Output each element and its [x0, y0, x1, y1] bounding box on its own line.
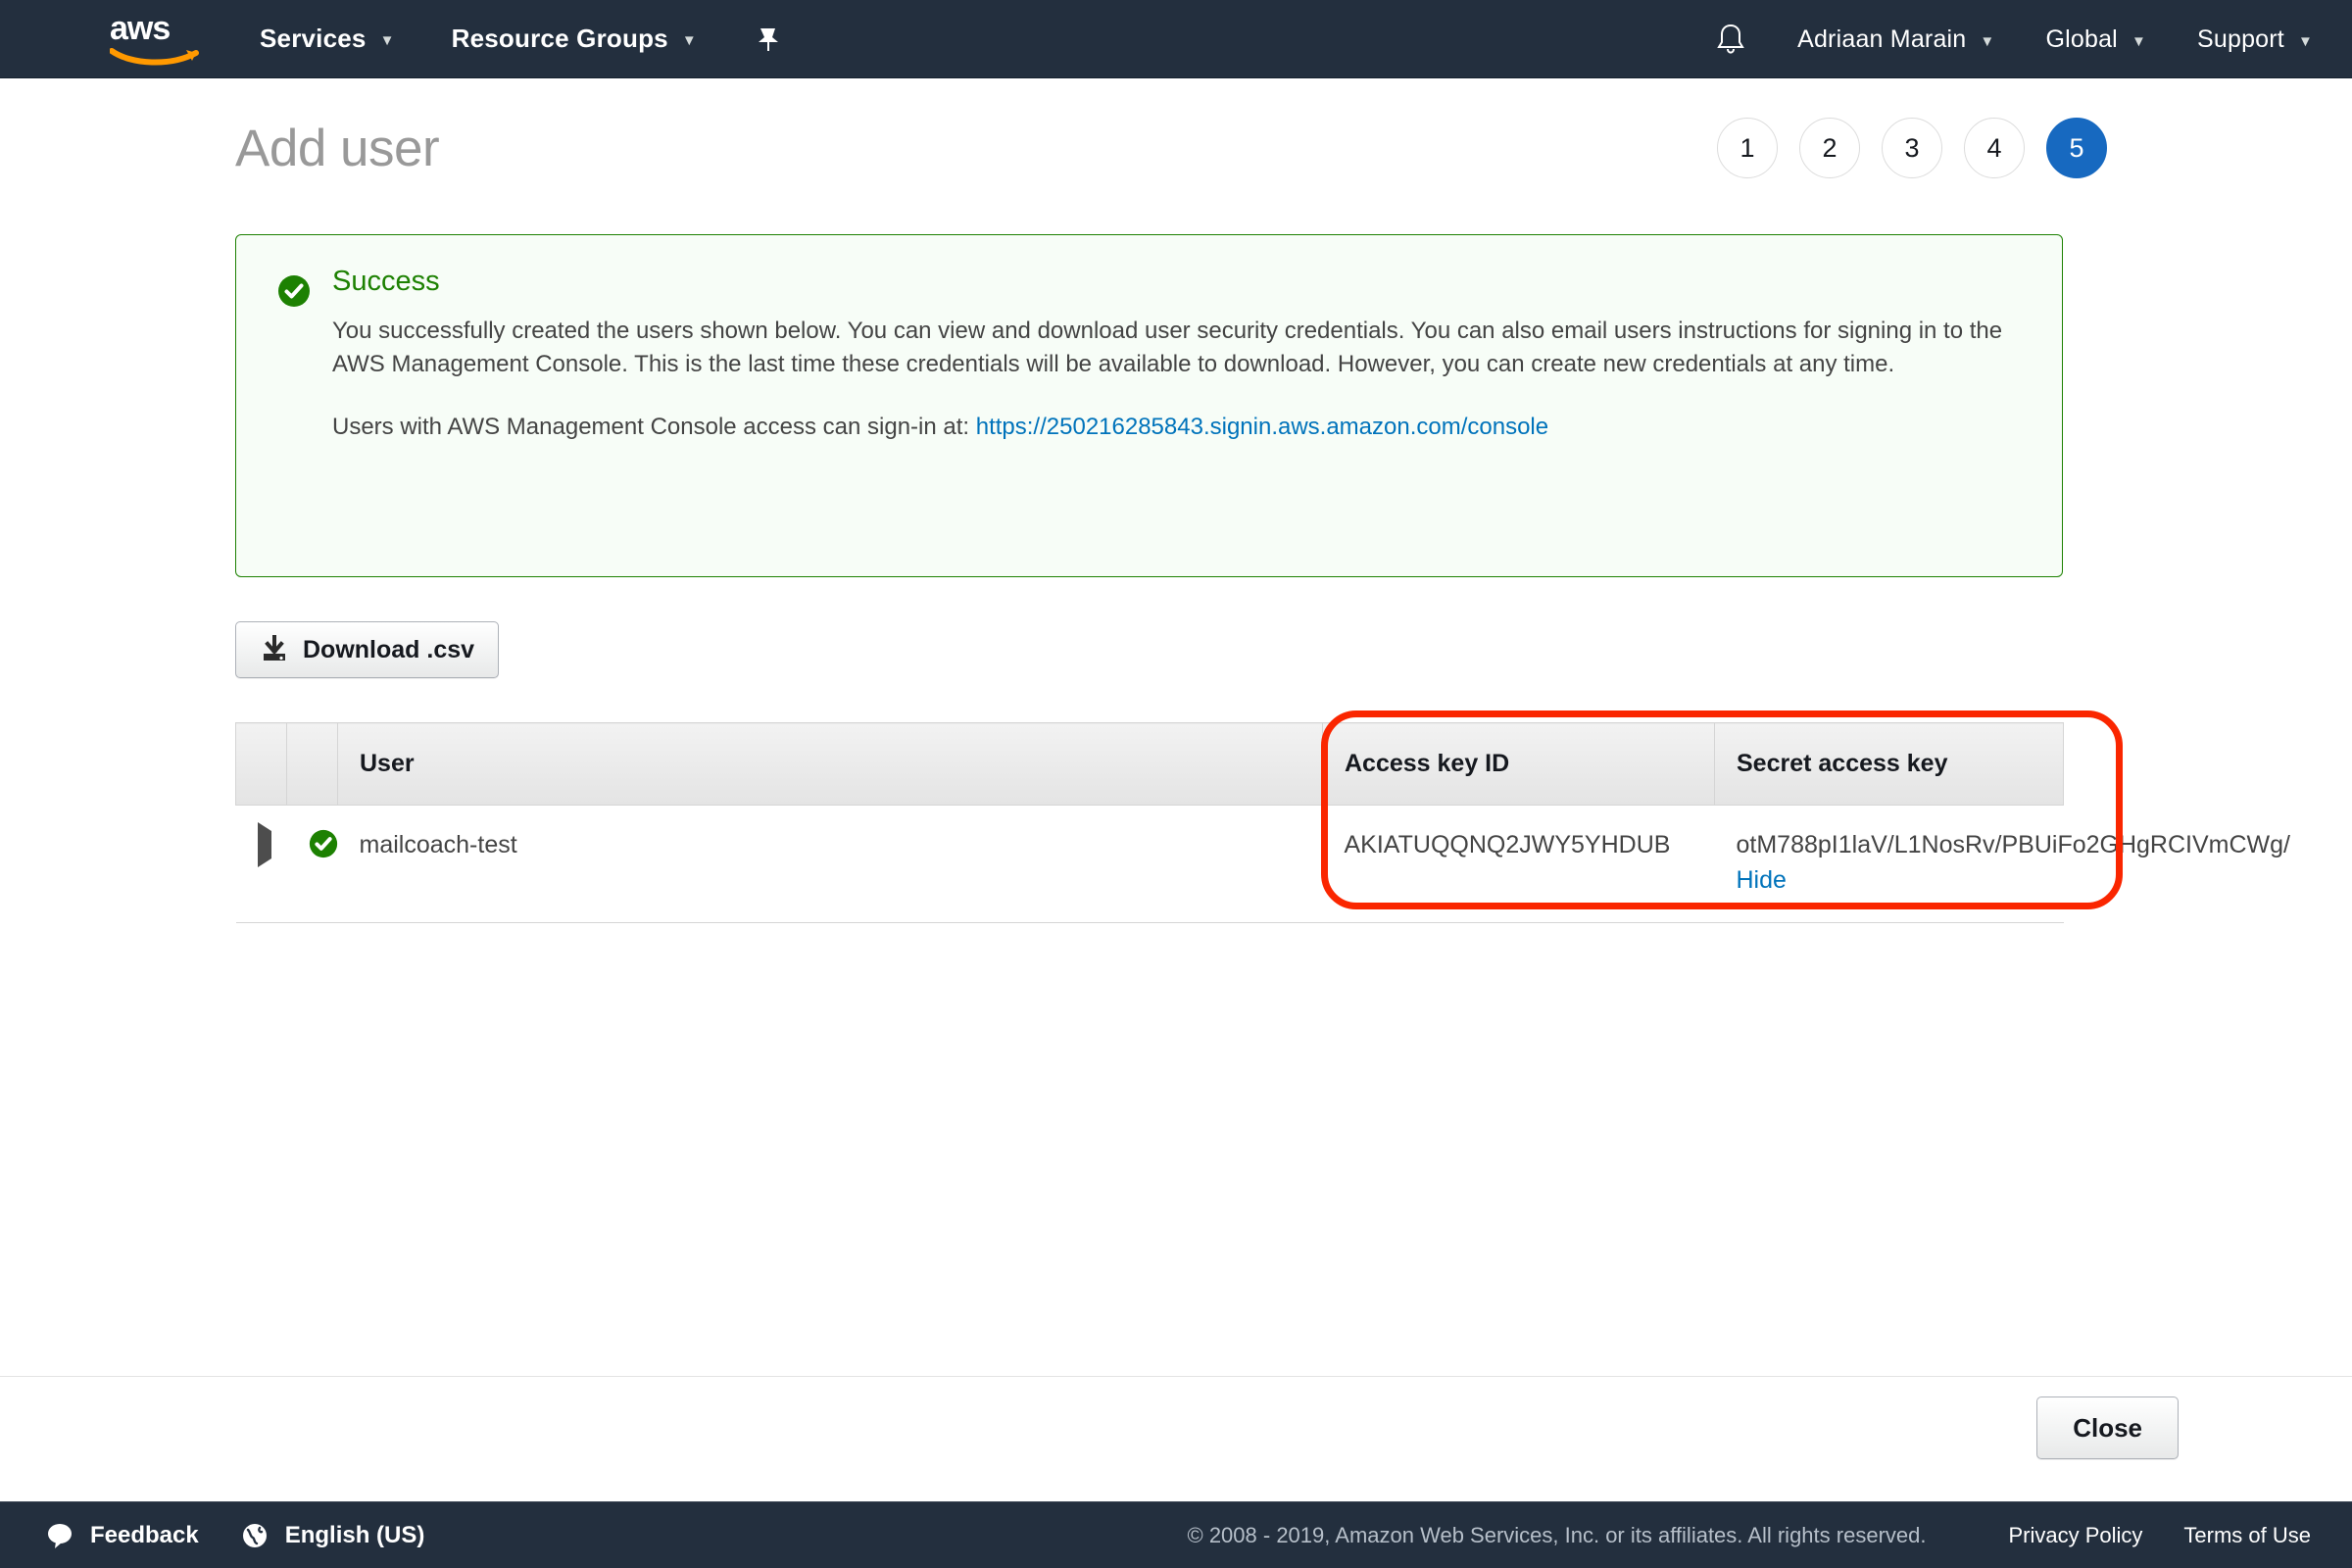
success-alert-paragraph-1: You successfully created the users shown… — [332, 317, 2003, 377]
nav-services-menu[interactable]: Services ▼ — [260, 24, 395, 54]
main-content: Add user 1 2 3 4 5 Success You successfu… — [0, 78, 2352, 1501]
secret-access-key-value: otM788pI1laV/L1NosRv/PBUiFo2GHgRCIVmCWg/ — [1736, 831, 2290, 858]
top-nav-left-group: aws Services ▼ Resource Groups ▼ — [0, 10, 783, 67]
bottom-bar: Feedback English (US) © 2008 - 2019, Ama… — [0, 1501, 2352, 1568]
success-alert-paragraph-2: Users with AWS Management Console access… — [332, 411, 2029, 444]
chevron-down-icon: ▼ — [681, 32, 697, 49]
row-access-key-id-cell: AKIATUQQNQ2JWY5YHDUB — [1322, 805, 1715, 923]
column-header-access-key-id: Access key ID — [1322, 722, 1715, 806]
speech-bubble-glyph — [48, 1523, 72, 1548]
wizard-step-3[interactable]: 3 — [1882, 118, 1942, 178]
page-title: Add user — [235, 119, 440, 177]
page-header: Add user 1 2 3 4 5 — [0, 78, 2352, 178]
download-csv-button[interactable]: Download .csv — [235, 621, 500, 678]
aws-logo[interactable]: aws — [109, 10, 203, 67]
copyright-text: © 2008 - 2019, Amazon Web Services, Inc.… — [1187, 1523, 1927, 1547]
download-toolbar: Download .csv — [0, 577, 2352, 678]
nav-support-menu[interactable]: Support ▼ — [2197, 25, 2313, 54]
bottom-bar-left: Feedback English (US) — [0, 1521, 466, 1550]
wizard-step-2[interactable]: 2 — [1799, 118, 1860, 178]
success-check-glyph — [278, 275, 310, 307]
created-users-table: User Access key ID Secret access key mai… — [235, 722, 2290, 923]
aws-console-page: aws Services ▼ Resource Groups ▼ Adriaan… — [0, 0, 2352, 1568]
nav-support-label: Support — [2196, 24, 2284, 53]
wizard-step-4[interactable]: 4 — [1964, 118, 2025, 178]
row-expand-cell[interactable] — [235, 805, 287, 923]
success-alert-title: Success — [332, 266, 440, 297]
bell-glyph — [1717, 24, 1744, 54]
column-header-user: User — [337, 722, 1323, 806]
actions-divider — [0, 1376, 2352, 1377]
nav-services-label: Services — [260, 24, 367, 53]
nav-account-label: Adriaan Marain — [1797, 24, 1967, 53]
language-label: English (US) — [284, 1521, 425, 1548]
globe-glyph — [242, 1523, 267, 1547]
column-header-status — [286, 722, 338, 806]
bottom-bar-right: © 2008 - 2019, Amazon Web Services, Inc.… — [1188, 1502, 2312, 1568]
chevron-down-icon: ▼ — [2131, 32, 2146, 50]
success-check-icon — [277, 274, 311, 308]
page-actions: Close — [0, 1396, 2352, 1459]
wizard-step-1[interactable]: 1 — [1717, 118, 1778, 178]
chevron-down-icon: ▼ — [2297, 32, 2313, 50]
success-alert-body: Success You successfully created the use… — [332, 265, 2029, 543]
aws-logo-icon: aws — [109, 10, 199, 65]
feedback-label: Feedback — [90, 1521, 199, 1548]
language-selector[interactable]: English (US) — [240, 1521, 425, 1550]
privacy-policy-link[interactable]: Privacy Policy — [2008, 1523, 2142, 1548]
table-body: mailcoach-test AKIATUQQNQ2JWY5YHDUB otM7… — [235, 805, 2290, 923]
globe-icon — [240, 1521, 270, 1550]
row-status-cell — [286, 805, 338, 923]
chevron-down-icon: ▼ — [1980, 32, 1995, 50]
row-success-glyph — [309, 829, 337, 858]
download-csv-label: Download .csv — [303, 635, 475, 663]
top-nav-right-group: Adriaan Marain ▼ Global ▼ Support ▼ — [1676, 0, 2352, 78]
wizard-step-indicator: 1 2 3 4 5 — [1717, 118, 2107, 178]
column-header-secret-access-key: Secret access key — [1714, 722, 2064, 806]
created-users-table-wrapper: User Access key ID Secret access key mai… — [235, 710, 2290, 923]
table-header-row: User Access key ID Secret access key — [235, 722, 2064, 806]
wizard-step-5[interactable]: 5 — [2046, 118, 2107, 178]
speech-bubble-icon — [45, 1521, 74, 1550]
notifications-bell-icon[interactable] — [1715, 23, 1746, 56]
svg-text:aws: aws — [110, 12, 170, 47]
top-navigation-bar: aws Services ▼ Resource Groups ▼ Adriaan… — [0, 0, 2352, 78]
signin-prefix-text: Users with AWS Management Console access… — [332, 413, 976, 440]
nav-resource-groups-menu[interactable]: Resource Groups ▼ — [452, 24, 697, 54]
success-alert: Success You successfully created the use… — [235, 234, 2063, 577]
feedback-button[interactable]: Feedback — [45, 1521, 199, 1550]
expand-caret-icon[interactable] — [257, 822, 271, 867]
column-header-expand — [235, 722, 287, 806]
nav-region-menu[interactable]: Global ▼ — [2045, 25, 2146, 54]
nav-account-menu[interactable]: Adriaan Marain ▼ — [1797, 25, 1994, 54]
hide-secret-link[interactable]: Hide — [1737, 866, 1787, 894]
pin-glyph — [758, 27, 778, 51]
pin-icon[interactable] — [754, 24, 783, 54]
nav-resource-groups-label: Resource Groups — [451, 24, 668, 53]
success-check-icon — [309, 829, 338, 858]
chevron-down-icon: ▼ — [379, 32, 395, 49]
table-head: User Access key ID Secret access key — [235, 722, 2064, 806]
nav-region-label: Global — [2045, 24, 2118, 53]
download-icon — [260, 635, 289, 664]
signin-url-link[interactable]: https://250216285843.signin.aws.amazon.c… — [976, 414, 1548, 440]
close-button[interactable]: Close — [2036, 1396, 2179, 1459]
table-row: mailcoach-test AKIATUQQNQ2JWY5YHDUB otM7… — [235, 805, 2290, 923]
row-secret-access-key-cell: otM788pI1laV/L1NosRv/PBUiFo2GHgRCIVmCWg/… — [1714, 805, 2290, 923]
download-glyph — [264, 635, 285, 661]
terms-of-use-link[interactable]: Terms of Use — [2183, 1523, 2311, 1548]
row-user-cell: mailcoach-test — [337, 805, 1323, 923]
